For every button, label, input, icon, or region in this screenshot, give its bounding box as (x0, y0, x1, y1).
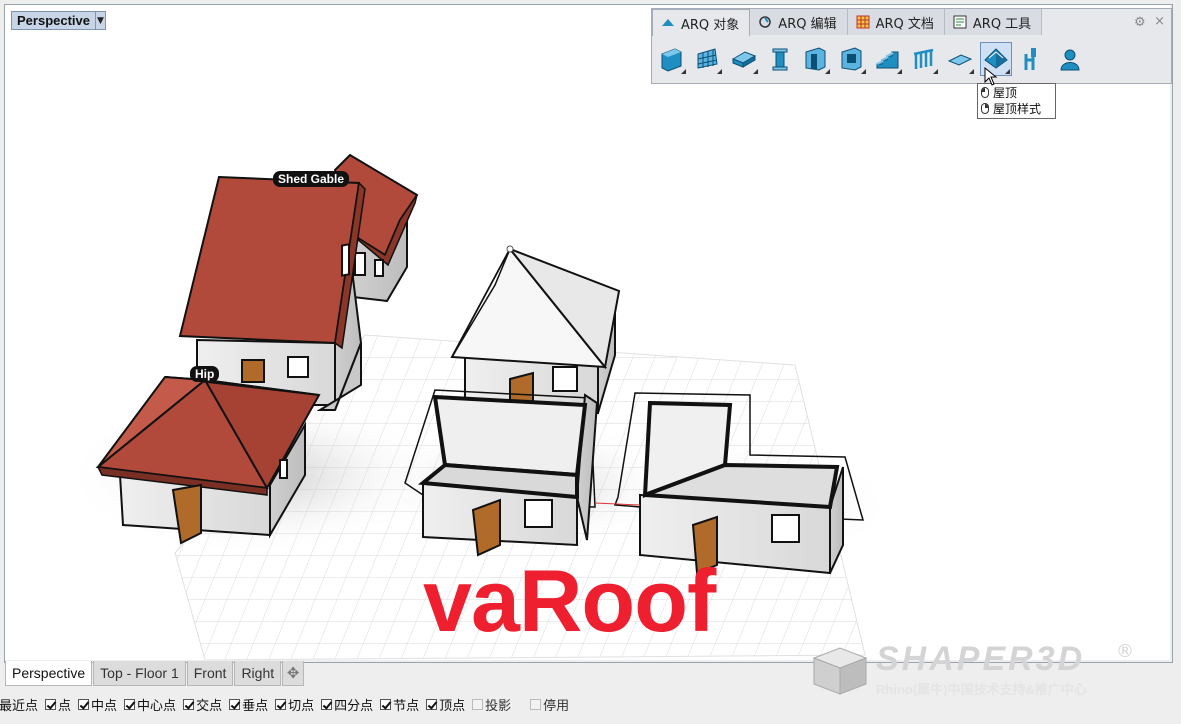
checkbox[interactable] (183, 698, 195, 710)
brand-name: SHAPER3D (876, 640, 1086, 678)
label-hip: Hip (190, 366, 220, 382)
tab-top-floor-1[interactable]: Top - Floor 1 (93, 661, 186, 686)
osnap-intersection[interactable]: 交点 (183, 695, 222, 714)
view-tab-strip: Perspective Top - Floor 1 Front Right ✥ (5, 661, 305, 686)
viewport-title[interactable]: Perspective ▼ (11, 11, 106, 30)
mouse-cursor-icon (984, 67, 998, 86)
roof-tooltip: 屋顶 屋顶样式 (977, 83, 1056, 119)
checkbox[interactable] (321, 698, 333, 710)
brand-subtitle: Rhino(犀牛)中国技术支持&推广中心 (876, 682, 1087, 697)
annotation-button[interactable] (1052, 42, 1084, 76)
column-button[interactable] (764, 42, 796, 76)
checkbox[interactable] (472, 698, 484, 710)
osnap-label: 切点 (288, 698, 315, 714)
checkbox[interactable] (426, 698, 438, 710)
tab-label: ARQ 编辑 (778, 16, 837, 32)
osnap-label: 中心点 (137, 698, 177, 714)
osnap-point[interactable]: 点 (45, 695, 71, 714)
tab-label: ARQ 工具 (972, 16, 1032, 32)
osnap-label: 点 (58, 698, 72, 714)
mouse-right-icon (981, 102, 989, 114)
osnap-quadrant[interactable]: 四分点 (321, 695, 373, 714)
mouse-left-icon (981, 86, 989, 98)
tab-arq-tools[interactable]: ARQ 工具 (944, 9, 1043, 35)
osnap-midpoint[interactable]: 中点 (78, 695, 117, 714)
osnap-label: 交点 (196, 698, 223, 714)
curtain-wall-button[interactable] (692, 42, 724, 76)
railing-button[interactable] (908, 42, 940, 76)
osnap-vertex[interactable]: 顶点 (426, 695, 465, 714)
roof-object-icon (661, 16, 675, 30)
osnap-label: 停用 (543, 698, 570, 714)
osnap-label: 节点 (393, 698, 420, 714)
tooltip-right-click: 屋顶样式 (993, 101, 1042, 116)
viewport-title-label[interactable]: Perspective (11, 11, 96, 30)
arq-button-row (656, 42, 1084, 76)
tab-perspective[interactable]: Perspective (5, 661, 93, 686)
osnap-perpendicular[interactable]: 垂点 (229, 695, 268, 714)
cube-logo-icon (812, 647, 868, 695)
arq-toolbar-panel: ARQ 对象 ARQ 编辑 ARQ 文档 ARQ 工具 ⚙ × (651, 8, 1172, 84)
tab-arq-edit[interactable]: ARQ 编辑 (750, 9, 848, 35)
checkbox[interactable] (530, 698, 542, 710)
tab-arq-document[interactable]: ARQ 文档 (847, 9, 945, 35)
checkbox[interactable] (229, 698, 241, 710)
tab-arq-objects[interactable]: ARQ 对象 (652, 9, 751, 36)
osnap-label: 垂点 (242, 698, 269, 714)
checkbox[interactable] (45, 698, 57, 710)
arq-tab-strip: ARQ 对象 ARQ 编辑 ARQ 文档 ARQ 工具 (652, 9, 1171, 36)
label-shed-gable: Shed Gable (273, 171, 350, 187)
osnap-tangent[interactable]: 切点 (275, 695, 314, 714)
edit-icon (758, 15, 772, 29)
osnap-label: 中点 (91, 698, 118, 714)
stair-button[interactable] (872, 42, 904, 76)
annotation-icon (1060, 49, 1080, 71)
checkbox[interactable] (124, 698, 136, 710)
brand-logo: SHAPER3D ® Rhino(犀牛)中国技术支持&推广中心 (810, 640, 1170, 700)
osnap-label: 投影 (485, 698, 512, 714)
plane-button[interactable] (944, 42, 976, 76)
watermark-text: vaRoof (423, 551, 716, 650)
chevron-down-icon[interactable]: ▼ (96, 11, 106, 30)
document-grid-icon (856, 15, 870, 29)
add-view-icon[interactable]: ✥ (282, 661, 305, 686)
furniture-icon (1024, 48, 1036, 70)
checkbox[interactable] (275, 698, 287, 710)
gear-icon[interactable]: ⚙ (1134, 16, 1148, 30)
osnap-project[interactable]: 投影 (472, 695, 511, 714)
tab-label: ARQ 文档 (875, 16, 934, 32)
osnap-nearest[interactable]: 最近点 (0, 695, 38, 714)
registered-mark: ® (1116, 641, 1134, 662)
tab-front[interactable]: Front (186, 661, 234, 686)
osnap-center[interactable]: 中心点 (124, 695, 176, 714)
wall-button[interactable] (656, 42, 688, 76)
osnap-knot[interactable]: 节点 (380, 695, 419, 714)
osnap-label: 四分点 (334, 698, 374, 714)
tab-right[interactable]: Right (234, 661, 282, 686)
close-icon[interactable]: × (1154, 15, 1165, 29)
osnap-bar: 最近点 点 中点 中心点 交点 垂点 切点 四分点 节点 顶点 投影 停用 (0, 691, 576, 717)
osnap-label: 顶点 (439, 698, 466, 714)
furniture-button[interactable] (1016, 42, 1048, 76)
checkbox[interactable] (380, 698, 392, 710)
slab-button[interactable] (728, 42, 760, 76)
osnap-disable[interactable]: 停用 (530, 695, 569, 714)
door-button[interactable] (800, 42, 832, 76)
window-button[interactable] (836, 42, 868, 76)
tools-icon (953, 15, 967, 29)
house-pyramid (450, 245, 621, 415)
column-icon (772, 48, 788, 71)
checkbox[interactable] (78, 698, 90, 710)
tab-label: ARQ 对象 (681, 17, 740, 33)
osnap-label: 最近点 (0, 698, 39, 714)
